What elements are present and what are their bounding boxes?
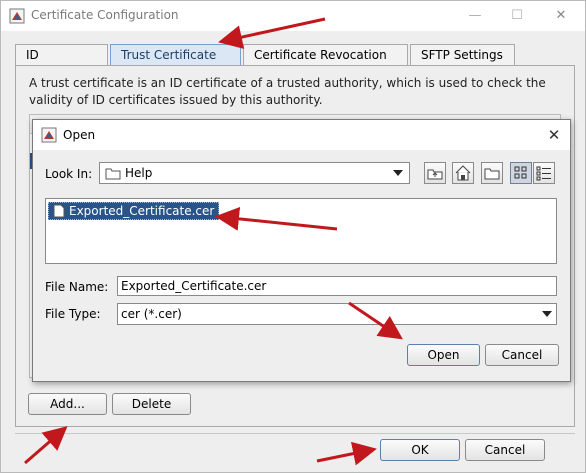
arrow-to-open-button bbox=[348, 301, 403, 340]
annotation-arrows bbox=[24, 17, 403, 466]
arrow-to-add-button bbox=[24, 426, 68, 465]
arrow-to-ok-button bbox=[316, 441, 377, 466]
arrow-to-title bbox=[218, 17, 326, 49]
arrow-to-file-item bbox=[215, 206, 338, 231]
